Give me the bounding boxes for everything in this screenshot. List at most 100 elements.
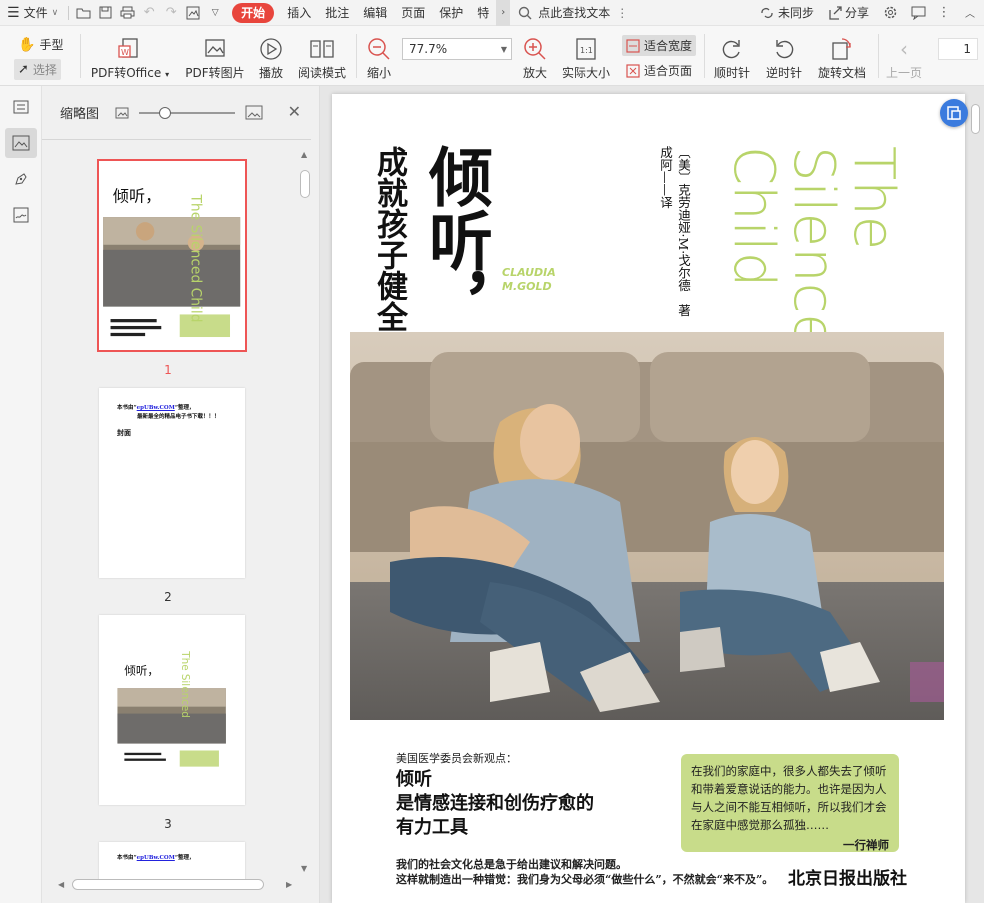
ribbon-toolbar: ✋ 手型 ➚ 选择 W PDF转Office ▾ PDF转图片 播放 阅读模式 … <box>0 26 984 86</box>
zoom-out-button[interactable]: 缩小 <box>364 26 394 86</box>
scrollbar-thumb[interactable] <box>72 879 264 890</box>
scrollbar-thumb[interactable] <box>300 170 310 198</box>
read-mode-button[interactable]: 阅读模式 <box>296 26 348 86</box>
scroll-down-icon[interactable]: ▼ <box>301 864 307 873</box>
zoom-in-button[interactable]: 放大 <box>520 26 550 86</box>
actual-size-button[interactable]: 1:1 实际大小 <box>560 26 612 86</box>
quote-text: 在我们的家庭中，很多人都失去了倾听和带着爱意说话的能力。也许是因为人与人之间不能… <box>691 764 887 832</box>
thumbnail-size-slider[interactable] <box>139 106 236 119</box>
fit-width-button[interactable]: 适合宽度 <box>622 35 697 56</box>
scroll-right-icon[interactable]: ▶ <box>286 880 292 889</box>
print-icon[interactable] <box>116 0 138 26</box>
rotate-clockwise-button[interactable]: 顺时针 <box>712 26 752 86</box>
cover-tagline-line1: 倾听 <box>396 769 432 790</box>
author-en-line2: M.GOLD <box>502 280 552 293</box>
save-icon[interactable] <box>94 0 116 26</box>
thumbnail-panel-icon[interactable] <box>5 128 37 158</box>
document-view[interactable]: 倾听， 成就孩子健全人格 CLAUDIA M.GOLD 〔美〕克劳迪娅·M·戈尔… <box>320 86 984 903</box>
actual-size-icon: 1:1 <box>576 38 596 60</box>
thumbnail-horizontal-scrollbar[interactable]: ◀ ▶ <box>54 878 298 892</box>
tab-protect[interactable]: 保护 <box>432 0 470 26</box>
page2-line1b: ”整理， <box>174 405 195 411</box>
close-panel-icon[interactable]: ✕ <box>288 102 301 121</box>
divider <box>68 5 70 20</box>
cover-bottom-line1: 我们的社会文化总是急于给出建议和解决问题。 <box>396 858 627 871</box>
collapse-ribbon-icon[interactable]: ︿ <box>956 0 984 26</box>
redo-icon[interactable]: ↷ <box>160 0 182 26</box>
large-image-icon[interactable] <box>245 105 263 120</box>
tab-insert[interactable]: 插入 <box>280 0 318 26</box>
tab-annotate[interactable]: 批注 <box>318 0 356 26</box>
undo-icon[interactable]: ↶ <box>138 0 160 26</box>
tab-special[interactable]: 特 <box>470 0 496 26</box>
left-sidebar-rail <box>0 86 42 903</box>
mother-daughter-photo <box>350 332 944 720</box>
more-options-icon[interactable]: ⋮ <box>932 0 956 26</box>
divider <box>80 34 81 78</box>
page-number-label-3: 3 <box>164 817 172 831</box>
play-button[interactable]: 播放 <box>254 26 288 86</box>
sync-icon <box>761 7 773 18</box>
rotate-counterclockwise-button[interactable]: 逆时针 <box>764 26 804 86</box>
annotation-icon[interactable] <box>5 164 37 194</box>
bookmark-list-icon[interactable] <box>5 92 37 122</box>
scrollbar-thumb[interactable] <box>971 104 980 134</box>
export-image-icon[interactable] <box>182 0 204 26</box>
rotate-clockwise-label: 顺时针 <box>713 66 750 80</box>
sync-status[interactable]: 未同步 <box>752 0 821 26</box>
quick-access-dropdown-icon[interactable]: ▽ <box>204 0 226 26</box>
pdf-to-office-label: PDF转Office <box>90 66 162 80</box>
search-text[interactable]: 点此查找文本 ⋮ <box>518 4 628 21</box>
slider-knob[interactable] <box>159 106 172 119</box>
share-button[interactable]: 分享 <box>821 0 876 26</box>
page-number-input[interactable]: 1 <box>938 38 978 60</box>
hand-tool-label: 手型 <box>39 38 64 52</box>
fit-page-button[interactable]: 适合页面 <box>626 62 692 79</box>
zoom-in-icon <box>524 38 546 60</box>
settings-gear-icon[interactable] <box>876 0 904 26</box>
hand-tool-button[interactable]: ✋ 手型 <box>18 36 63 53</box>
thumbnail-panel-header: 缩略图 ✕ <box>42 86 311 140</box>
rotate-document-label: 旋转文档 <box>817 66 866 80</box>
scroll-left-icon[interactable]: ◀ <box>58 880 64 889</box>
tab-scroll-right-icon[interactable]: › <box>496 0 511 26</box>
document-vertical-scrollbar[interactable] <box>968 92 982 900</box>
tab-page[interactable]: 页面 <box>394 0 432 26</box>
floating-tool-button[interactable] <box>940 99 968 127</box>
author-english-name: CLAUDIA M.GOLD <box>502 266 556 294</box>
page-thumbnail-3[interactable]: 倾听， The Silenced <box>99 615 245 805</box>
svg-text:The Silenced Child: The Silenced Child <box>187 193 203 322</box>
english-title-line3: Child <box>721 146 786 288</box>
open-folder-icon[interactable] <box>72 0 94 26</box>
fit-page-icon <box>626 63 640 78</box>
page-thumbnail-1[interactable]: 倾听， The Silenced Child <box>97 159 247 352</box>
select-tool-button[interactable]: ➚ 选择 <box>14 59 61 80</box>
rotate-document-icon <box>832 38 851 60</box>
small-image-icon[interactable] <box>115 107 129 119</box>
thumbnail-vertical-scrollbar[interactable]: ▲ ▼ <box>298 148 312 876</box>
zoom-level-select[interactable]: 77.7% ▼ <box>402 38 512 60</box>
page4-link: epUBw.COM <box>136 855 175 861</box>
rotate-counterclockwise-label: 逆时针 <box>765 66 802 80</box>
page-thumbnail-2[interactable]: 本书由“epUBw.COM”整理， 最新最全的精品电子书下载！！！ 封面 <box>99 388 245 578</box>
pdf-to-image-button[interactable]: PDF转图片 <box>182 26 248 86</box>
signature-icon[interactable] <box>5 200 37 230</box>
tab-edit[interactable]: 编辑 <box>356 0 394 26</box>
cover-thumbnail-1: 倾听， The Silenced Child <box>99 162 245 349</box>
scroll-up-icon[interactable]: ▲ <box>301 150 307 159</box>
cursor-arrow-icon: ➚ <box>18 62 29 77</box>
tab-start[interactable]: 开始 <box>232 2 275 23</box>
previous-page-button[interactable]: ‹ 上一页 <box>884 26 924 86</box>
file-menu[interactable]: ☰ 文件 ∨ <box>0 0 65 26</box>
feedback-icon[interactable] <box>904 0 932 26</box>
doc-convert-icon <box>947 106 961 120</box>
rotate-document-button[interactable]: 旋转文档 <box>814 26 870 86</box>
svg-text:The Silenced: The Silenced <box>179 650 191 717</box>
chevron-down-icon: ∨ <box>51 7 59 18</box>
publisher-logo: 北京日报出版社 <box>788 869 907 889</box>
svg-text:倾听，: 倾听， <box>124 663 159 677</box>
hamburger-icon: ☰ <box>7 4 20 21</box>
page-thumbnail-4[interactable]: 本书由“epUBw.COM”整理， <box>99 842 245 882</box>
pdf-to-office-button[interactable]: W PDF转Office ▾ <box>90 26 170 86</box>
cover-tagline-line3: 有力工具 <box>396 817 468 838</box>
